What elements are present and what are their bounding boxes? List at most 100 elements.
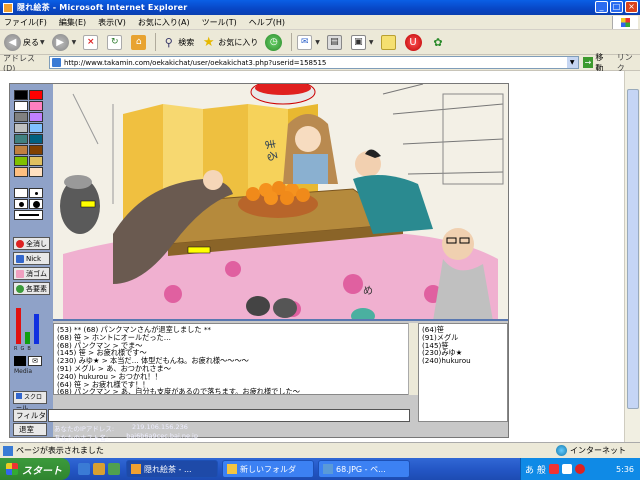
ie-window-icon[interactable] (3, 2, 13, 13)
plugin-button[interactable]: U (404, 33, 424, 51)
color-swatch[interactable] (14, 134, 28, 144)
rgb-sliders[interactable] (16, 304, 46, 344)
tray-app-icon[interactable] (548, 464, 559, 474)
color-swatch[interactable] (14, 145, 28, 155)
chat-message-input[interactable] (48, 409, 410, 422)
green-slider[interactable] (25, 332, 30, 344)
page-icon (51, 58, 61, 67)
task-ie-window[interactable]: 隠れ絵茶 - ... (126, 460, 218, 478)
minimize-button[interactable]: _ (595, 1, 608, 13)
menu-favorites[interactable]: お気に入り(A) (138, 17, 190, 28)
settings-button[interactable]: 各要素 (13, 282, 50, 295)
history-button[interactable]: ◷ (265, 33, 284, 51)
color-swatch[interactable] (29, 90, 43, 100)
start-button[interactable]: スタート (0, 458, 70, 480)
pen-size-large[interactable] (29, 199, 43, 209)
filter-button[interactable]: フィルタ (13, 409, 47, 422)
stop-button[interactable]: × (83, 34, 100, 50)
color-swatch[interactable] (14, 90, 28, 100)
pen-size-small[interactable] (14, 188, 28, 198)
color-swatch[interactable] (29, 156, 43, 166)
color-swatch[interactable] (14, 156, 28, 166)
exit-button[interactable]: 退室 (13, 423, 47, 436)
address-url: http://www.takamin.com/oekakichat/user/o… (63, 58, 327, 67)
back-arrow-icon: ◀ (4, 33, 21, 51)
ime-indicator[interactable]: あ 般 (525, 463, 546, 476)
chevron-down-icon[interactable]: ▼ (566, 57, 578, 68)
line-tool[interactable] (14, 210, 43, 220)
menu-file[interactable]: ファイル(F) (4, 17, 47, 28)
ie-quick-icon[interactable] (78, 463, 90, 475)
color-swatch[interactable] (29, 134, 43, 144)
current-color-swatch[interactable] (14, 356, 26, 366)
user-list-item[interactable]: (240)hukurou (422, 357, 504, 365)
back-label: 戻る (23, 37, 39, 47)
maximize-button[interactable]: □ (610, 1, 623, 13)
eraser-button[interactable]: 消ゴム (13, 267, 50, 280)
clock: 5:36 (616, 464, 634, 474)
close-button[interactable]: × (625, 1, 638, 13)
address-input[interactable]: http://www.takamin.com/oekakichat/user/o… (48, 56, 579, 69)
color-swatch[interactable] (29, 112, 43, 122)
security-zone: インターネット (556, 445, 626, 456)
forward-button[interactable]: ▶ ▼ (51, 33, 76, 51)
search-button[interactable]: ⚲ 検索 (161, 35, 195, 50)
red-slider[interactable] (16, 308, 21, 344)
pen-size-dot[interactable] (29, 188, 43, 198)
color-swatch[interactable] (14, 101, 28, 111)
task-folder-window[interactable]: 新しいフォルダ (222, 460, 314, 478)
menu-view[interactable]: 表示(V) (98, 17, 126, 28)
edit-button[interactable]: ▣ ▼ (350, 34, 374, 50)
pen-size-medium[interactable] (14, 199, 28, 209)
toolbar-separator (155, 33, 157, 51)
menu-help[interactable]: ヘルプ(H) (249, 17, 285, 28)
search-icon: ⚲ (164, 35, 173, 49)
color-swatch[interactable] (14, 112, 28, 122)
color-swatch[interactable] (29, 145, 43, 155)
print-button[interactable]: ▤ (326, 34, 344, 50)
discuss-button[interactable] (380, 34, 398, 50)
menu-edit[interactable]: 編集(E) (59, 17, 86, 28)
chat-scrollbar[interactable] (408, 323, 418, 395)
stop-icon: × (83, 34, 99, 50)
mail-icon[interactable]: ✉ (28, 356, 42, 366)
nick-label: Nick (26, 254, 42, 263)
task-paint-window[interactable]: 68.JPG - ペ... (318, 460, 410, 478)
tray-security-icon[interactable] (574, 464, 585, 474)
title-bar: 隠れ絵茶 - Microsoft Internet Explorer _ □ × (0, 0, 640, 15)
clear-all-button[interactable]: 全消し (13, 237, 50, 250)
system-tray: あ 般 5:36 (520, 458, 640, 480)
chat-log: (53) ** (68) パンクマンさんが退室しました ** (68) 笹 > ホ… (53, 323, 410, 395)
address-bar: アドレス(D) http://www.takamin.com/oekakicha… (0, 53, 640, 73)
messenger-button[interactable]: ✿ (431, 35, 448, 50)
mail-button[interactable]: ✉ ▼ (297, 34, 320, 50)
color-swatch[interactable] (14, 167, 28, 177)
drawing-canvas[interactable]: まる め (53, 84, 508, 321)
scrollbar-thumb[interactable] (627, 89, 639, 409)
chevron-down-icon: ▼ (368, 38, 374, 46)
menu-tools[interactable]: ツール(T) (202, 17, 237, 28)
blue-slider[interactable] (34, 314, 39, 344)
color-swatch[interactable] (29, 101, 43, 111)
scroll-icon (16, 393, 22, 399)
scroll-button[interactable]: スクロール (13, 391, 47, 412)
color-swatch[interactable] (14, 123, 28, 133)
media-quick-icon[interactable] (108, 463, 120, 475)
refresh-button[interactable]: ↻ (107, 34, 124, 50)
refresh-icon: ↻ (107, 34, 123, 50)
back-button[interactable]: ◀ 戻る ▼ (4, 33, 45, 51)
page-scrollbar[interactable] (624, 71, 640, 442)
home-button[interactable]: ⌂ (131, 34, 148, 50)
favorites-button[interactable]: ★ お気に入り (201, 35, 258, 50)
host-value: bai6b6a9cec.bai.ne.jp (126, 432, 198, 440)
tray-network-icon[interactable] (561, 464, 572, 474)
toolbar-separator (291, 33, 293, 51)
media-label: Media (14, 368, 33, 375)
windows-logo-icon (612, 16, 638, 29)
status-text: ページが表示されました (16, 446, 104, 455)
nick-button[interactable]: Nick (13, 252, 50, 265)
desktop-quick-icon[interactable] (93, 463, 105, 475)
color-swatch[interactable] (29, 167, 43, 177)
mail-icon: ✉ (297, 34, 313, 50)
color-swatch[interactable] (29, 123, 43, 133)
